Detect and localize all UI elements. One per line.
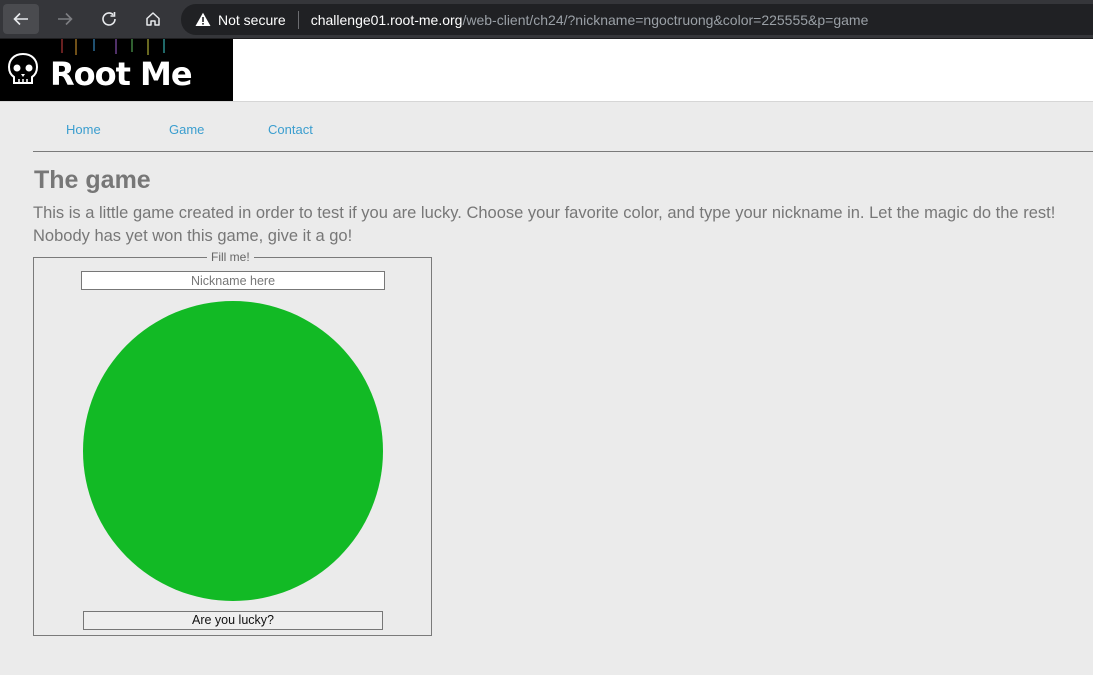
reload-icon — [102, 12, 116, 26]
site-header: Root Me — [0, 39, 1093, 102]
lucky-submit-button[interactable]: Are you lucky? — [83, 611, 383, 630]
back-button[interactable] — [3, 4, 39, 34]
intro-line-2: Nobody has yet won this game, give it a … — [33, 227, 353, 245]
url-path: /web-client/ch24/?nickname=ngoctruong&co… — [462, 11, 869, 28]
warning-icon — [195, 12, 211, 26]
skull-icon — [7, 52, 39, 84]
arrow-right-icon — [58, 12, 73, 26]
forward-button[interactable] — [47, 4, 83, 34]
intro-text: This is a little game created in order t… — [33, 202, 1093, 248]
form-legend: Fill me! — [207, 250, 254, 264]
security-label: Not secure — [218, 11, 286, 28]
home-icon — [146, 12, 160, 26]
url-host: challenge01.root-me.org — [310, 11, 463, 28]
url-text[interactable]: challenge01.root-me.org/web-client/ch24/… — [311, 12, 869, 28]
color-circle — [83, 301, 383, 601]
arrow-left-icon — [13, 12, 28, 26]
security-indicator[interactable]: Not secure — [181, 12, 286, 28]
nickname-input[interactable] — [81, 271, 385, 290]
nav-menu: Home Game Contact — [33, 112, 1093, 152]
home-button[interactable] — [135, 4, 171, 34]
address-separator — [297, 10, 299, 29]
nav-link-game[interactable]: Game — [169, 122, 204, 137]
game-form: Fill me! Are you lucky? — [33, 250, 432, 636]
nav-link-home[interactable]: Home — [66, 122, 101, 137]
page-title: The game — [34, 166, 151, 194]
logo-text: Root Me — [50, 55, 193, 93]
address-bar[interactable]: Not secure challenge01.root-me.org/web-c… — [181, 4, 1093, 35]
intro-line-1: This is a little game created in order t… — [33, 204, 1056, 222]
nav-link-contact[interactable]: Contact — [268, 122, 313, 137]
site-logo[interactable]: Root Me — [0, 39, 233, 101]
browser-toolbar: Not secure challenge01.root-me.org/web-c… — [0, 0, 1093, 39]
reload-button[interactable] — [91, 4, 127, 34]
